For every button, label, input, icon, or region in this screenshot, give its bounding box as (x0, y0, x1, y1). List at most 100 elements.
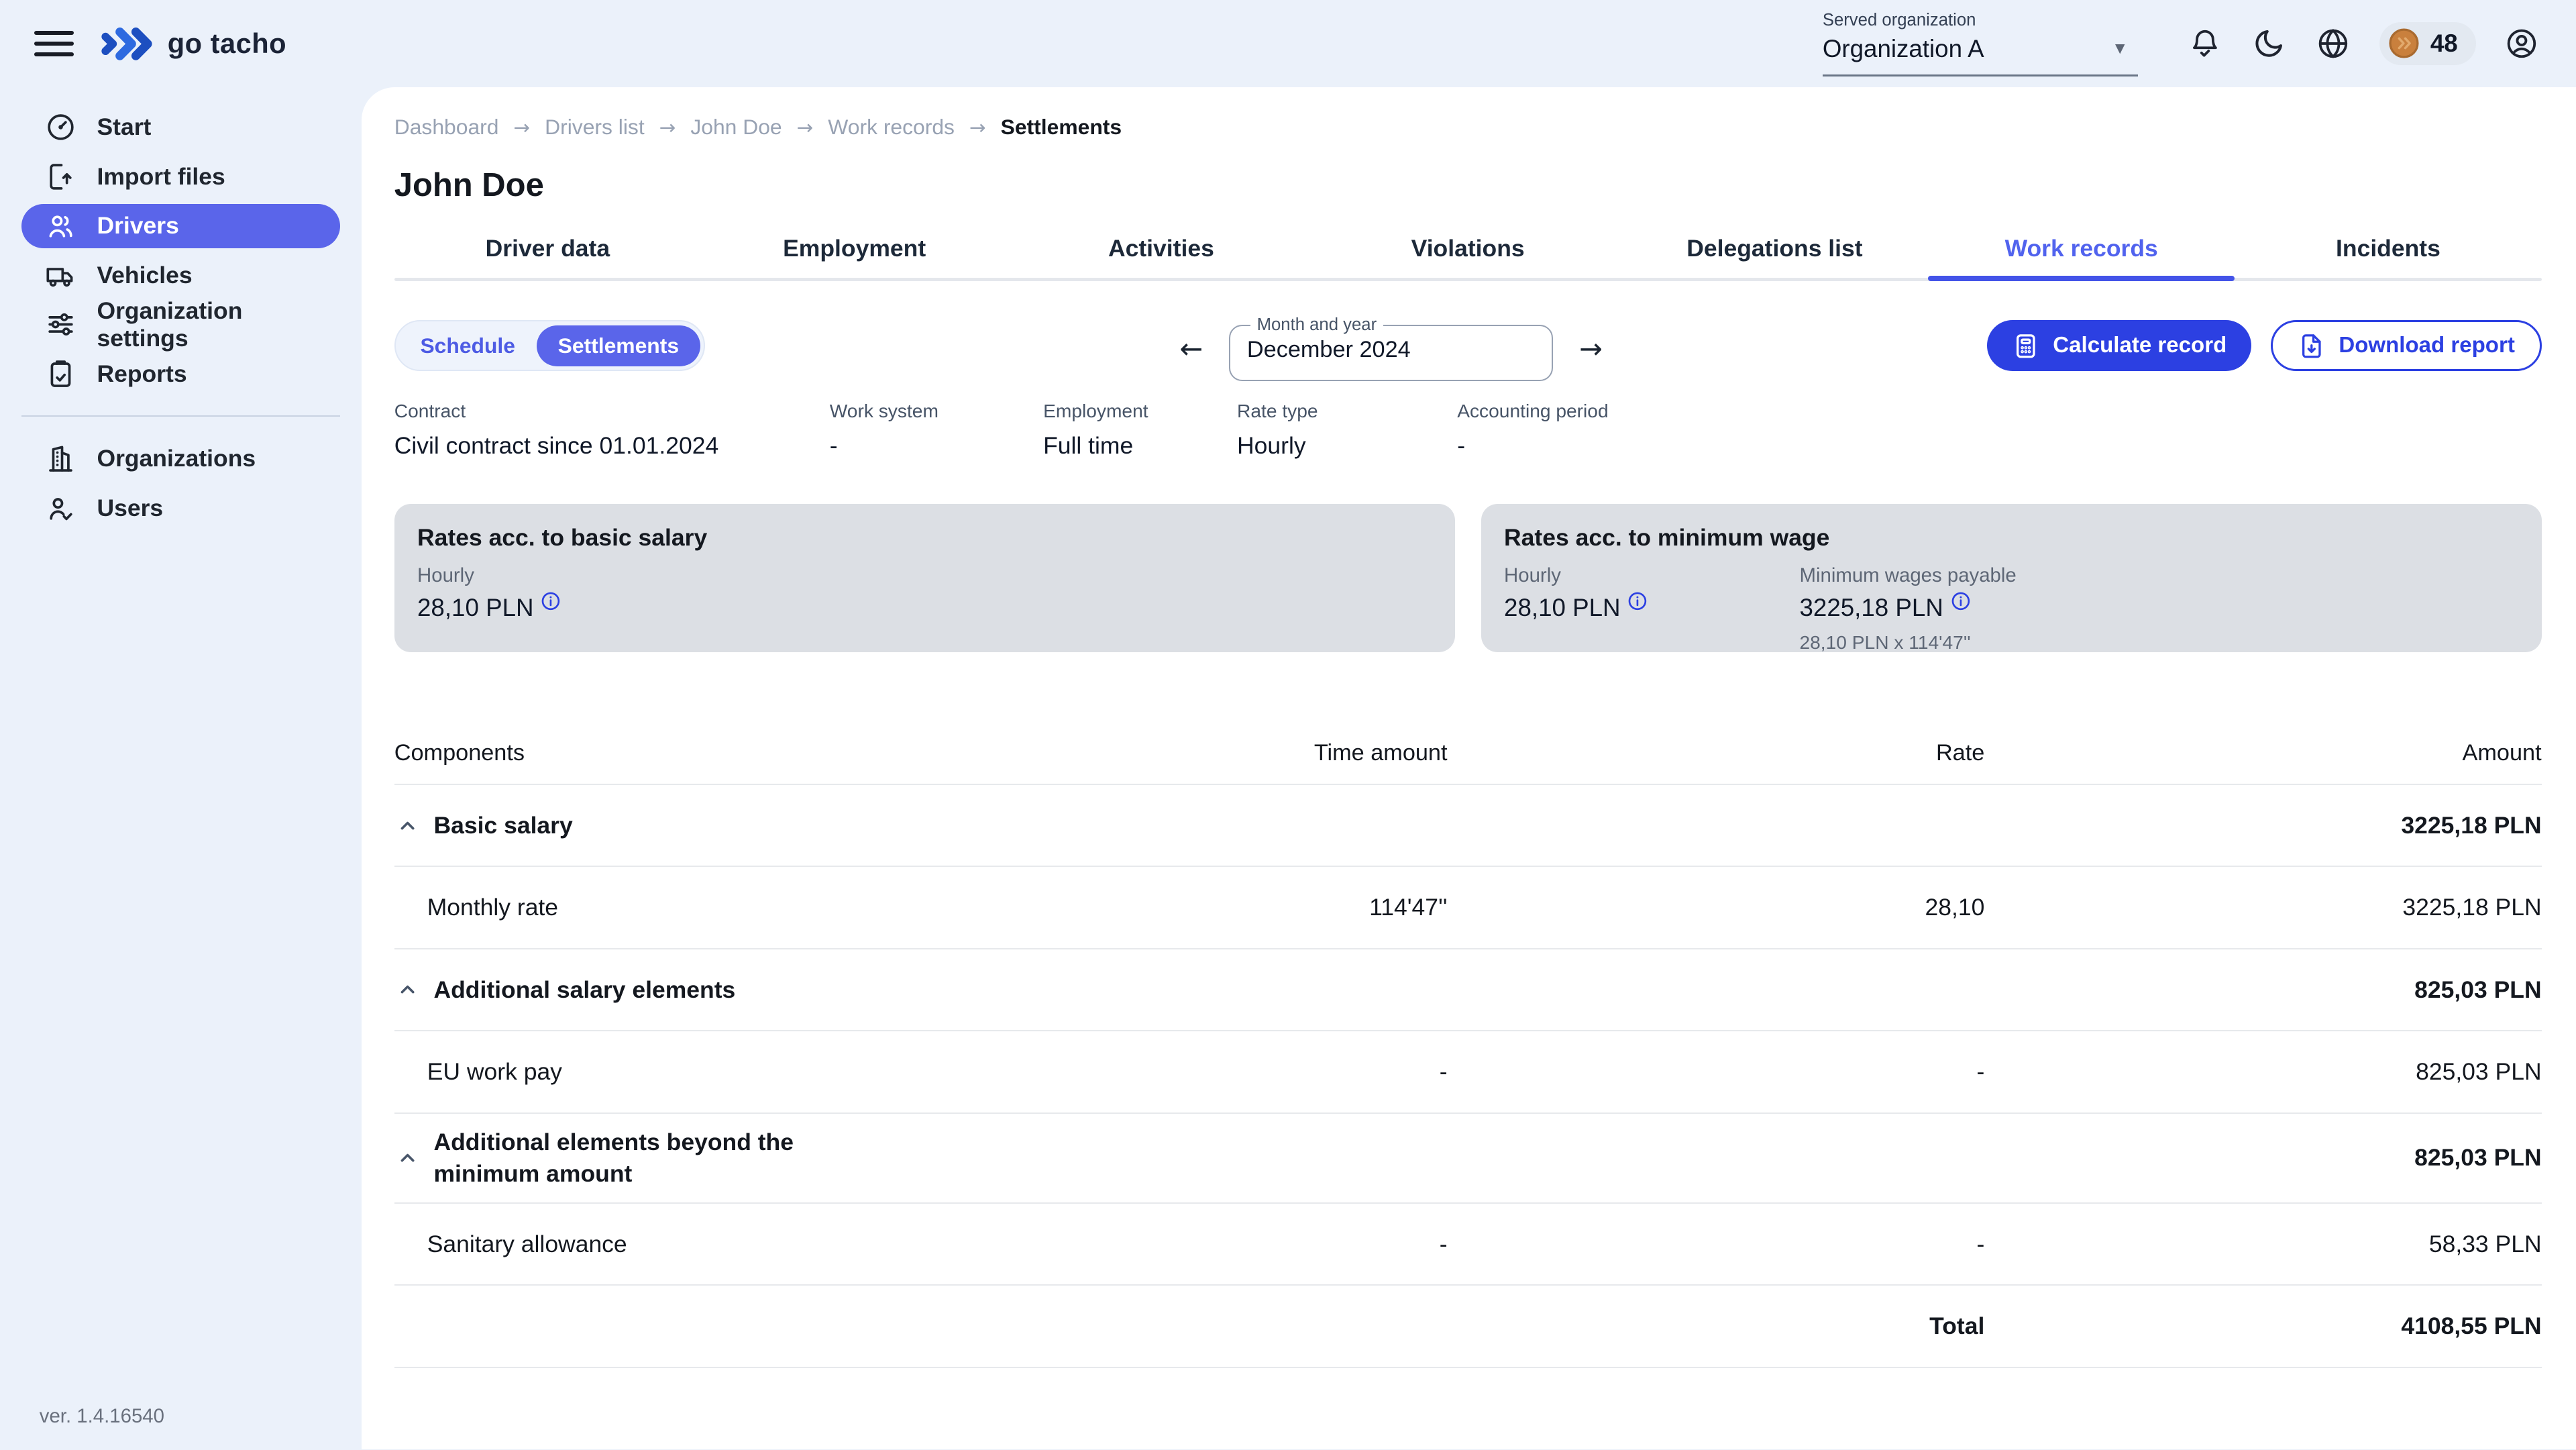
sidebar-item-label: Users (97, 495, 163, 522)
breadcrumb-arrow-icon: → (513, 116, 530, 139)
view-toggle: ScheduleSettlements (394, 320, 705, 371)
breadcrumb-item-john-doe[interactable]: John Doe (690, 115, 782, 140)
served-organization-value: Organization A (1823, 35, 1984, 63)
rate-card-fields: Hourly28,10 PLNMinimum wages payable3225… (1504, 564, 2518, 653)
brand-logo[interactable]: go tacho (100, 24, 286, 64)
contract-field-value: Hourly (1237, 432, 1457, 460)
rate-field-value: 3225,18 PLN (1799, 594, 2016, 622)
info-icon[interactable] (1627, 590, 1648, 612)
menu-icon[interactable] (34, 24, 74, 64)
sidebar-divider (21, 415, 340, 417)
time-amount-cell: 114'47'' (955, 894, 1448, 921)
sidebar-item-users[interactable]: Users (21, 486, 340, 530)
breadcrumb-arrow-icon: → (659, 116, 676, 139)
amount-cell: 3225,18 PLN (1984, 894, 2541, 921)
sidebar-item-vehicles[interactable]: Vehicles (21, 253, 340, 297)
rate-field-amount: 28,10 PLN (417, 594, 534, 622)
sidebar-item-start[interactable]: Start (21, 105, 340, 150)
main-content: Dashboard → Drivers list → John Doe → Work rec… (362, 87, 2576, 1449)
amount-cell: 58,33 PLN (1984, 1231, 2541, 1258)
month-navigation: ← Month and year December 2024 → (1179, 315, 1603, 381)
top-bar: go tacho Served organization Organizatio… (0, 0, 2576, 87)
rate-field-label: Hourly (1504, 564, 1648, 587)
sliders-icon (44, 308, 77, 341)
breadcrumb-item-dashboard[interactable]: Dashboard (394, 115, 499, 140)
toggle-settlements[interactable]: Settlements (537, 325, 700, 366)
breadcrumb-item-drivers-list[interactable]: Drivers list (545, 115, 645, 140)
rate-card-rates-acc-to-minimum-wage: Rates acc. to minimum wageHourly28,10 PL… (1481, 504, 2542, 652)
served-organization-label: Served organization (1823, 11, 2138, 30)
collapse-chevron-icon[interactable] (394, 976, 421, 1002)
table-group-row-basic-salary: Basic salary 3225,18 PLN (394, 785, 2542, 867)
column-header-time-amount: Time amount (955, 740, 1448, 766)
group-label: Basic salary (433, 810, 572, 841)
month-and-year-input[interactable]: Month and year December 2024 (1229, 315, 1552, 381)
served-organization-select[interactable]: Served organization Organization A ▼ (1823, 11, 2138, 76)
file-up-icon (44, 160, 77, 193)
file-download-icon (2298, 332, 2326, 360)
rate-field-amount: 3225,18 PLN (1799, 594, 1943, 622)
user-check-icon (44, 492, 77, 525)
toggle-schedule[interactable]: Schedule (399, 325, 537, 366)
calculate-record-button[interactable]: Calculate record (1987, 320, 2251, 371)
rate-card-title: Rates acc. to basic salary (417, 524, 1432, 552)
next-month-button[interactable]: → (1579, 317, 1603, 380)
amount-cell: 825,03 PLN (1984, 976, 2541, 1004)
rate-card-field: Minimum wages payable 3225,18 PLN 28,10 PL… (1799, 564, 2016, 653)
previous-month-button[interactable]: ← (1179, 317, 1203, 380)
rate-cell: 28,10 (1448, 894, 1985, 921)
rate-field-label: Hourly (417, 564, 561, 587)
component-label: Monthly rate (394, 894, 955, 921)
tab-driver-data[interactable]: Driver data (394, 231, 701, 280)
sidebar-item-reports[interactable]: Reports (21, 352, 340, 396)
rate-cell: - (1448, 1231, 1985, 1258)
sidebar: Start Import files Drivers Vehicles Organiza… (0, 87, 362, 1449)
rate-field-value: 28,10 PLN (417, 594, 561, 622)
rate-field-label: Minimum wages payable (1799, 564, 2016, 587)
tab-work-records[interactable]: Work records (1928, 231, 2235, 280)
sidebar-item-organizations[interactable]: Organizations (21, 437, 340, 481)
table-group-row-additional-elements-beyond-the-minimum-amount: Additional elements beyond the minimum a… (394, 1114, 2542, 1204)
credits-pill[interactable]: 48 (2379, 22, 2476, 65)
dark-mode-moon-icon[interactable] (2251, 25, 2288, 62)
tab-activities[interactable]: Activities (1008, 231, 1314, 280)
group-cell: Additional elements beyond the minimum a… (394, 1114, 955, 1202)
breadcrumb-item-work-records[interactable]: Work records (828, 115, 955, 140)
tab-delegations-list[interactable]: Delegations list (1621, 231, 1928, 280)
time-amount-cell: - (955, 1231, 1448, 1258)
info-icon[interactable] (1950, 590, 1972, 612)
app-root: go tacho Served organization Organizatio… (0, 0, 2576, 1449)
rate-field-note: 28,10 PLN x 114'47'' (1799, 632, 2016, 654)
contract-field-rate-type: Rate typeHourly (1237, 401, 1457, 460)
column-header-components: Components (394, 740, 955, 766)
info-icon[interactable] (540, 590, 561, 612)
brand-name: go tacho (168, 28, 286, 60)
column-header-rate: Rate (1448, 740, 1985, 766)
tabs-bar: Driver dataEmploymentActivitiesViolation… (394, 231, 2542, 280)
tab-employment[interactable]: Employment (701, 231, 1008, 280)
contract-field-label: Work system (830, 401, 1043, 422)
sidebar-item-drivers[interactable]: Drivers (21, 204, 340, 248)
sidebar-item-import-files[interactable]: Import files (21, 154, 340, 199)
notifications-bell-icon[interactable] (2187, 25, 2223, 62)
amount-cell: 3225,18 PLN (1984, 812, 2541, 839)
collapse-chevron-icon[interactable] (394, 1145, 421, 1171)
language-globe-icon[interactable] (2315, 25, 2351, 62)
sidebar-item-label: Reports (97, 360, 186, 388)
collapse-chevron-icon[interactable] (394, 813, 421, 839)
total-label: Total (1448, 1312, 1985, 1340)
rate-cell: - (1448, 1058, 1985, 1086)
download-report-label: Download report (2339, 333, 2515, 358)
sidebar-item-organization-settings[interactable]: Organization settings (21, 303, 340, 347)
account-avatar-icon[interactable] (2504, 25, 2540, 62)
amount-cell: 825,03 PLN (1984, 1058, 2541, 1086)
rate-card-fields: Hourly 28,10 PLN (417, 564, 1432, 622)
building-icon (44, 442, 77, 475)
sidebar-item-label: Vehicles (97, 262, 192, 289)
tab-violations[interactable]: Violations (1315, 231, 1621, 280)
download-report-button[interactable]: Download report (2271, 320, 2541, 371)
sidebar-item-label: Start (97, 113, 151, 141)
table-item-row-monthly-rate: Monthly rate114'47''28,103225,18 PLN (394, 867, 2542, 949)
tab-incidents[interactable]: Incidents (2235, 231, 2541, 280)
breadcrumb: Dashboard→Drivers list→John Doe→Work rec… (394, 115, 2542, 140)
